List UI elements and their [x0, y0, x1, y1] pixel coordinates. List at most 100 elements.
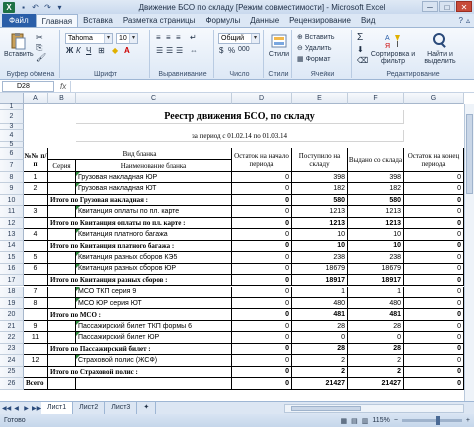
cell-e16[interactable]: 18679 — [292, 263, 348, 276]
cell-g15[interactable]: 0 — [404, 252, 464, 264]
row-header-14[interactable]: 14 — [0, 240, 24, 253]
name-box[interactable]: D28 — [2, 80, 54, 92]
cell-g24[interactable]: 0 — [404, 355, 464, 367]
row-header-16[interactable]: 16 — [0, 263, 24, 276]
cell-a18[interactable]: 7 — [24, 286, 48, 298]
cell-d12[interactable]: 0 — [232, 217, 292, 230]
table-header-name[interactable]: Наименование бланка — [76, 160, 232, 172]
cell-b9[interactable] — [48, 183, 76, 195]
cell-a13[interactable]: 4 — [24, 229, 48, 241]
cell-g21[interactable]: 0 — [404, 320, 464, 333]
cell-g9[interactable]: 0 — [404, 183, 464, 195]
cell-b11[interactable] — [48, 206, 76, 218]
column-header-g[interactable]: G — [404, 93, 464, 104]
cell-g18[interactable]: 0 — [404, 286, 464, 298]
wrap-text-icon[interactable]: ↵ — [190, 33, 197, 42]
row-header-10[interactable]: 10 — [0, 194, 24, 207]
cell-d22[interactable]: 0 — [232, 332, 292, 344]
cell-g20[interactable]: 0 — [404, 309, 464, 321]
sheet-tab-3[interactable]: Лист3 — [105, 402, 138, 414]
row-header-12[interactable]: 12 — [0, 217, 24, 230]
cell-g8[interactable]: 0 — [404, 172, 464, 184]
normal-view-icon[interactable]: ▦ — [341, 417, 348, 425]
cell-c9[interactable]: Грузовая накладная ЮТ — [76, 183, 232, 195]
table-header-issued[interactable]: Выдано со склада — [348, 148, 404, 172]
cell-f20[interactable]: 481 — [348, 309, 404, 321]
cell-f19[interactable]: 480 — [348, 297, 404, 310]
number-format-combo[interactable]: Общий ▾ — [218, 33, 260, 44]
delete-cells-button[interactable]: ⊖ Удалить — [297, 44, 332, 52]
cell-f13[interactable]: 10 — [348, 229, 404, 241]
cell-b25[interactable]: Итого по Страховой полис : — [48, 366, 232, 379]
column-header-e[interactable]: E — [292, 93, 348, 104]
undo-icon[interactable]: ↶ — [31, 3, 40, 12]
row-header-19[interactable]: 19 — [0, 297, 24, 310]
cell-d21[interactable]: 0 — [232, 320, 292, 333]
column-header-a[interactable]: A — [24, 93, 48, 104]
cell-d11[interactable]: 0 — [232, 206, 292, 218]
excel-app-icon[interactable]: X — [3, 1, 15, 13]
cell-c21[interactable]: Пассажирский билет ТКП формы 6 — [76, 320, 232, 333]
cell-a9[interactable]: 2 — [24, 183, 48, 195]
column-header-b[interactable]: B — [48, 93, 76, 104]
cell-a16[interactable]: 6 — [24, 263, 48, 276]
cell-e23[interactable]: 28 — [292, 343, 348, 356]
cut-icon[interactable]: ✂ — [36, 33, 43, 42]
cell-a25[interactable] — [24, 366, 48, 379]
row-header-18[interactable]: 18 — [0, 286, 24, 298]
cell-b20[interactable]: Итого по МСО : — [48, 309, 232, 321]
cell-d13[interactable]: 0 — [232, 229, 292, 241]
cell-e14[interactable]: 10 — [292, 240, 348, 253]
zoom-slider-knob[interactable] — [435, 416, 440, 425]
cell-f25[interactable]: 2 — [348, 366, 404, 379]
cell-a23[interactable] — [24, 343, 48, 356]
font-color-icon[interactable]: A — [124, 46, 130, 55]
cell-d23[interactable]: 0 — [232, 343, 292, 356]
cell-e17[interactable]: 18917 — [292, 275, 348, 287]
cell-d14[interactable]: 0 — [232, 240, 292, 253]
percent-button[interactable]: % — [228, 46, 235, 55]
row-header-23[interactable]: 23 — [0, 343, 24, 356]
cell-a10[interactable] — [24, 194, 48, 207]
cell-g26[interactable]: 0 — [404, 378, 464, 390]
cell-f23[interactable]: 28 — [348, 343, 404, 356]
align-middle-icon[interactable]: ≡ — [166, 33, 171, 42]
cell-e21[interactable]: 28 — [292, 320, 348, 333]
cell-b22[interactable] — [48, 332, 76, 344]
close-button[interactable]: ✕ — [456, 1, 472, 12]
cell-d19[interactable]: 0 — [232, 297, 292, 310]
cell-g16[interactable]: 0 — [404, 263, 464, 276]
cell-a17[interactable] — [24, 275, 48, 287]
table-header-received[interactable]: Поступило на складу — [292, 148, 348, 172]
currency-icon[interactable]: $ — [219, 46, 223, 55]
cell-f12[interactable]: 1213 — [348, 217, 404, 230]
row-header-8[interactable]: 8 — [0, 172, 24, 184]
cell-f9[interactable]: 182 — [348, 183, 404, 195]
zoom-out-icon[interactable]: − — [394, 417, 398, 424]
column-header-d[interactable]: D — [232, 93, 292, 104]
ribbon-minimize-icon[interactable]: ▵ — [466, 16, 470, 25]
cell-b23[interactable]: Итого по Пассажирский билет : — [48, 343, 232, 356]
align-left-icon[interactable]: ☰ — [156, 46, 163, 55]
merge-cells-icon[interactable]: ⇔ — [190, 46, 198, 55]
cell-g17[interactable]: 0 — [404, 275, 464, 287]
table-header-end[interactable]: Остаток на конец периода — [404, 148, 464, 172]
align-top-icon[interactable]: ≡ — [156, 33, 161, 42]
cell-c26[interactable] — [76, 378, 232, 390]
cell-d15[interactable]: 0 — [232, 252, 292, 264]
cell-f21[interactable]: 28 — [348, 320, 404, 333]
format-painter-icon[interactable]: 🖌 — [36, 53, 46, 62]
cell-a21[interactable]: 9 — [24, 320, 48, 333]
cell-a20[interactable] — [24, 309, 48, 321]
copy-icon[interactable]: ⎘ — [36, 43, 42, 53]
italic-button[interactable]: К — [76, 46, 81, 55]
cell-g10[interactable]: 0 — [404, 194, 464, 207]
tab-file[interactable]: Файл — [2, 14, 36, 27]
row-header-17[interactable]: 17 — [0, 275, 24, 287]
row-header-9[interactable]: 9 — [0, 183, 24, 195]
cell-c22[interactable]: Пассажирский билет ЮР — [76, 332, 232, 344]
table-header-series[interactable]: Серия — [48, 160, 76, 172]
underline-button[interactable]: Ч — [86, 46, 91, 55]
cell-d20[interactable]: 0 — [232, 309, 292, 321]
row-header-22[interactable]: 22 — [0, 332, 24, 344]
